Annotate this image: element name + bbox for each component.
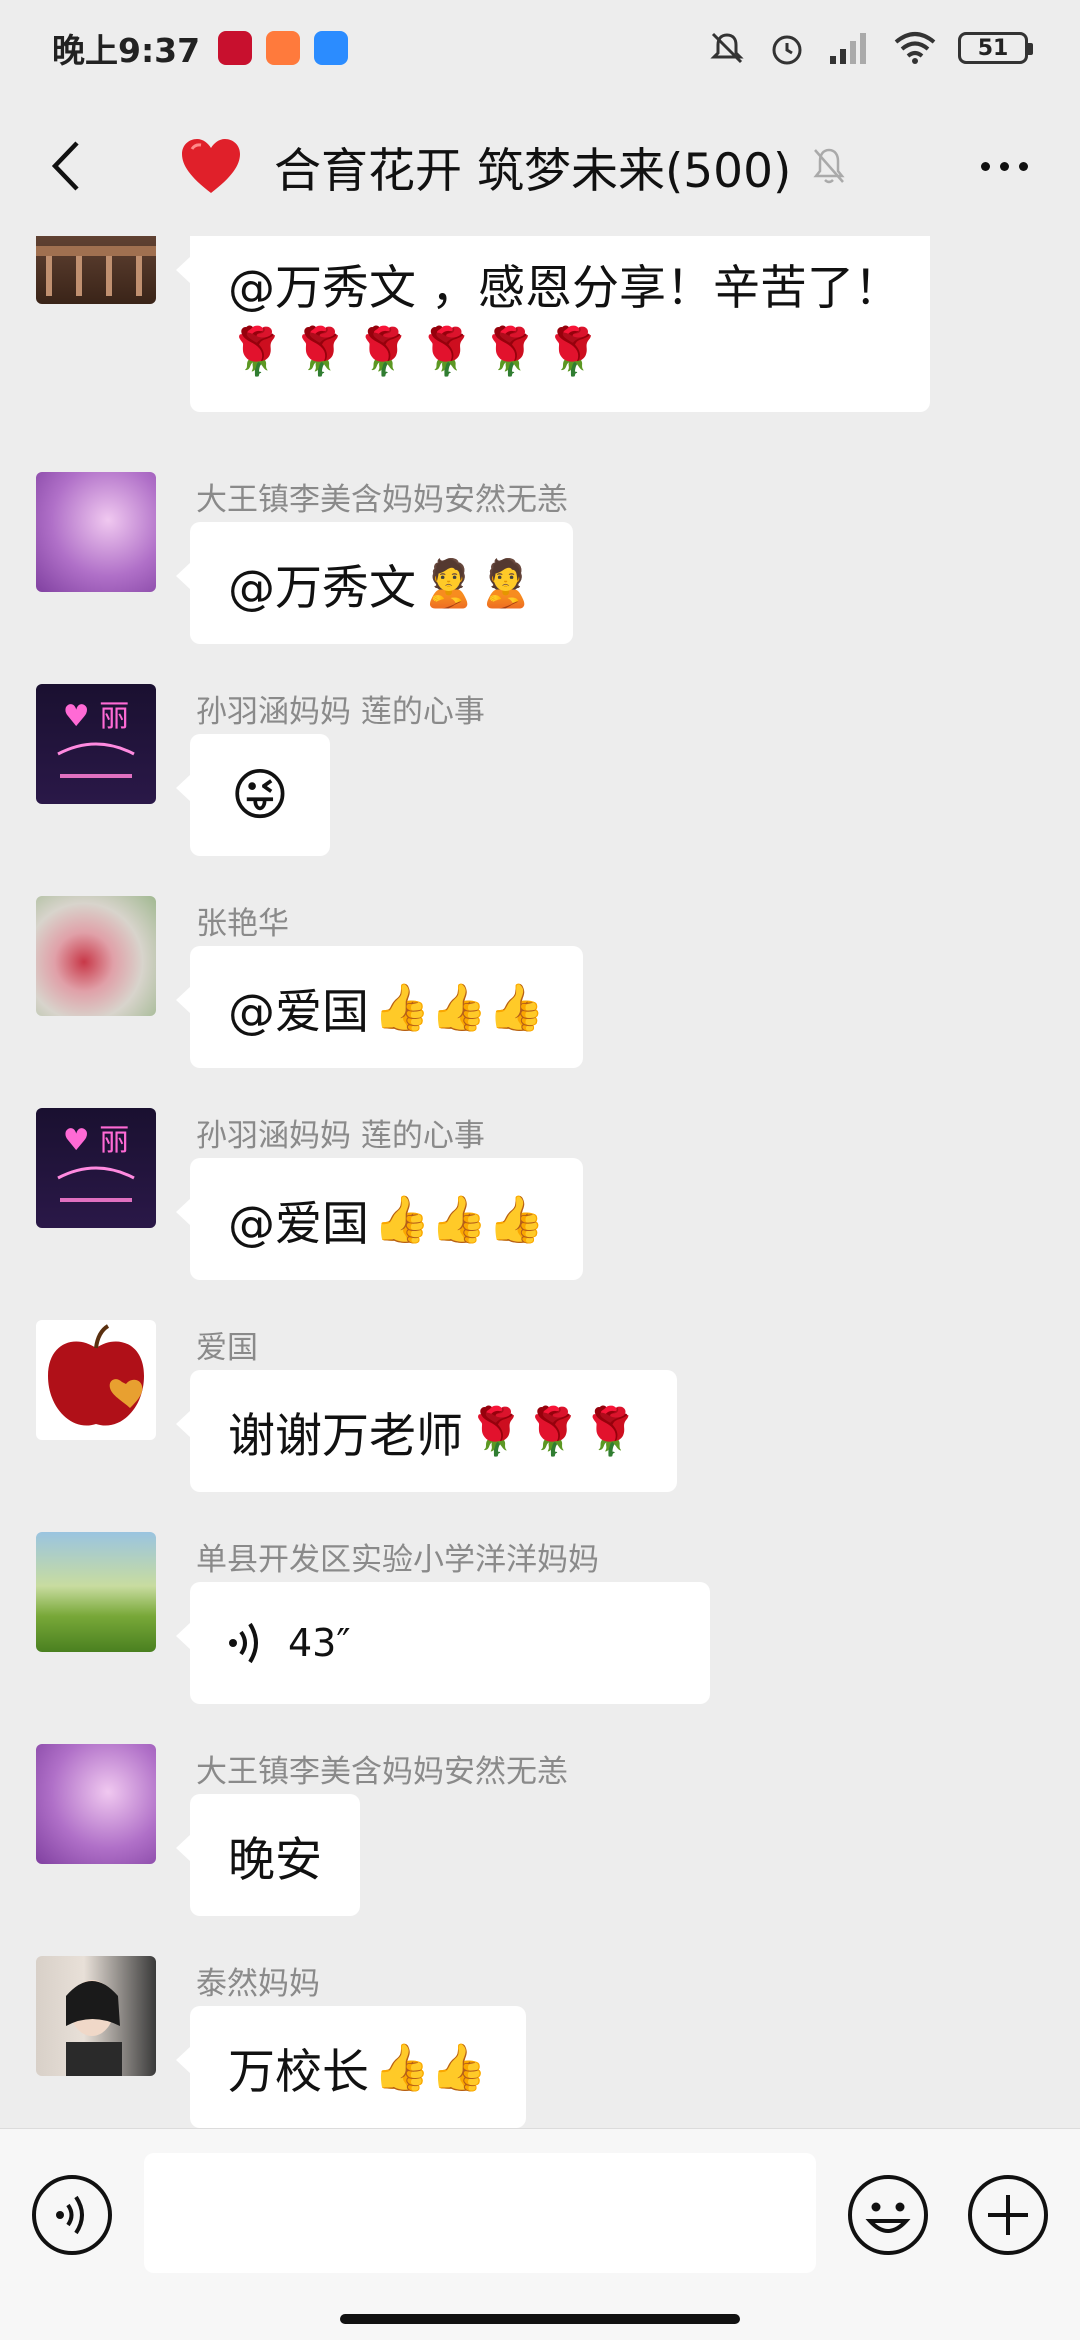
avatar[interactable] [36,1320,156,1440]
message-bubble[interactable]: 晚安 [176,1794,360,1916]
message-emoji: 🌹🌹🌹 [467,1403,639,1458]
message-input[interactable] [144,2153,816,2273]
sender-name: 孙羽涵妈妈 莲的心事 [196,1118,485,1154]
home-indicator[interactable] [340,2314,740,2324]
message-emoji: 👍👍 [373,2039,488,2094]
title-bar: 合育花开 筑梦未来(500) [0,96,1080,236]
sender-name: 大王镇李美含妈妈安然无恙 [196,1754,568,1790]
avatar-image: ♥ 丽 [57,1123,135,1202]
avatar[interactable] [36,1532,156,1652]
avatar[interactable] [36,236,156,304]
app-notification-icon [218,31,253,65]
more-dot-icon [999,161,1009,171]
status-bar: 晚上9:37 51 [0,0,1080,96]
heart-icon [182,139,240,193]
message-bubble[interactable]: @爱国 👍👍👍 [176,946,583,1068]
message-notification-icon [314,31,349,65]
avatar[interactable]: ♥ 丽 [36,684,156,804]
voice-message-bubble[interactable]: 43″ [176,1582,710,1704]
message-text: @爱国 [228,1196,369,1252]
message-text: @万秀文 ，感恩分享！辛苦了！ [228,261,901,316]
message-text: 万校长 [228,2044,369,2100]
shop-notification-icon [266,31,301,65]
signal-icon [830,33,866,64]
smiley-icon [848,2175,928,2255]
message-text: @万秀文 [228,560,416,616]
message-text: 谢谢万老师 [228,1408,463,1464]
svg-text:♥ 丽: ♥ 丽 [63,699,129,734]
avatar[interactable]: ♥ 丽 [36,1108,156,1228]
plus-icon [968,2175,1048,2255]
message-bubble[interactable]: 😜 [176,734,330,856]
sender-name: 单县开发区实验小学洋洋妈妈 [196,1542,599,1578]
message-bubble[interactable]: 谢谢万老师 🌹🌹🌹 [176,1370,677,1492]
avatar-image [66,1980,122,2076]
message-emoji: 👍👍👍 [373,979,545,1034]
sender-name: 爱国 [196,1330,258,1366]
sender-name: 孙羽涵妈妈 莲的心事 [196,694,485,730]
more-dot-icon [1018,161,1028,171]
back-icon [51,141,79,191]
chat-message-list[interactable]: @万秀文 ，感恩分享！辛苦了！ 🌹🌹🌹🌹🌹🌹 大王镇李美含妈妈安然无恙 @万秀文… [0,236,1080,2128]
voice-duration: 43″ [288,1621,351,1665]
message-bubble[interactable]: 万校长 👍👍 [176,2006,526,2128]
input-bar [0,2128,1080,2340]
avatar[interactable] [36,472,156,592]
mute-vibrate-icon [710,32,744,64]
status-app-icons [218,31,349,65]
mute-bell-icon [813,148,845,184]
avatar[interactable] [36,1744,156,1864]
voice-input-button[interactable] [30,2173,114,2257]
message-emoji: 🙎🙎 [420,555,535,610]
battery-indicator: 51 [958,32,1033,64]
avatar[interactable] [36,1956,156,2076]
voice-mode-icon [32,2175,112,2255]
more-options-button[interactable] [964,136,1044,196]
sender-name: 泰然妈妈 [196,1966,320,2002]
alarm-icon [772,35,802,65]
message-bubble[interactable]: @万秀文 ，感恩分享！辛苦了！ 🌹🌹🌹🌹🌹🌹 [176,236,930,412]
message-text: @爱国 [228,984,369,1040]
avatar-image [48,1324,144,1426]
sender-name: 大王镇李美含妈妈安然无恙 [196,482,568,518]
chat-title: 合育花开 筑梦未来(500) [274,143,792,199]
emoji-button[interactable] [846,2173,930,2257]
more-actions-button[interactable] [966,2173,1050,2257]
message-bubble[interactable]: @万秀文 🙎🙎 [176,522,573,644]
message-emoji: 👍👍👍 [373,1191,545,1246]
back-button[interactable] [36,136,96,196]
wifi-icon [894,32,936,64]
message-text: 晚安 [228,1832,322,1888]
status-right: 51 [708,29,1033,67]
voice-wave-icon [229,1622,258,1664]
message-bubble[interactable]: @爱国 👍👍👍 [176,1158,583,1280]
message-emoji: 🌹🌹🌹🌹🌹🌹 [228,324,608,378]
avatar-image: ♥ 丽 [57,699,135,778]
sender-name: 张艳华 [196,906,289,942]
battery-level: 51 [977,35,1009,61]
avatar[interactable] [36,896,156,1016]
title-wrap: 合育花开 筑梦未来(500) [180,136,847,199]
svg-text:♥ 丽: ♥ 丽 [63,1123,129,1158]
avatar-image [36,246,156,296]
more-dot-icon [980,161,990,171]
message-emoji: 😜 [230,762,290,828]
status-time: 晚上9:37 [52,31,201,70]
